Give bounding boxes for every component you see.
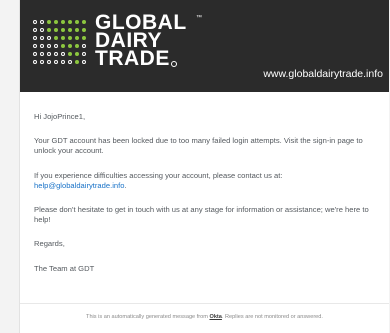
gdt-logo-dots-icon: [33, 20, 91, 69]
logo-dot-icon: [82, 20, 86, 24]
help-email-suffix: .: [124, 180, 127, 190]
logo-dot-icon: [54, 60, 58, 64]
logo-dot-icon: [47, 44, 51, 48]
website-link[interactable]: www.globaldairytrade.info: [263, 68, 383, 80]
trademark-symbol: ™: [196, 15, 202, 21]
logo-dot-icon: [47, 60, 51, 64]
logo-dot-icon: [75, 28, 79, 32]
logo-dot-icon: [40, 44, 44, 48]
logo-dot-icon: [33, 28, 37, 32]
logo-dot-icon: [47, 36, 51, 40]
email-header: GLOBAL DAIRY TRADE ™ www.globaldairytrad…: [20, 0, 389, 92]
contact-message: Please don't hesitate to get in touch wi…: [34, 205, 369, 225]
logo-dot-icon: [75, 36, 79, 40]
logo-dot-icon: [54, 52, 58, 56]
okta-link[interactable]: Okta: [209, 314, 221, 320]
help-text: If you experience difficulties accessing…: [34, 170, 283, 180]
logo-dot-icon: [61, 44, 65, 48]
logo-dot-icon: [75, 52, 79, 56]
logo-dot-icon: [75, 20, 79, 24]
logo-dot-icon: [82, 60, 86, 64]
logo-dot-icon: [54, 44, 58, 48]
logo-dot-icon: [75, 60, 79, 64]
logo-dot-icon: [40, 36, 44, 40]
logo-dot-icon: [33, 20, 37, 24]
footer-divider: [20, 303, 389, 304]
logo-dot-icon: [68, 44, 72, 48]
logo-dot-icon: [40, 52, 44, 56]
footer-prefix: This is an automatically generated messa…: [86, 314, 210, 320]
logo-dot-icon: [68, 60, 72, 64]
logo-dot-icon: [82, 44, 86, 48]
logo-dot-icon: [82, 52, 86, 56]
logo-dot-icon: [47, 28, 51, 32]
logo-dot-icon: [40, 20, 44, 24]
help-message: If you experience difficulties accessing…: [34, 171, 379, 191]
logo-dot-icon: [68, 20, 72, 24]
locked-message: Your GDT account has been locked due to …: [34, 136, 363, 156]
logo-dot-icon: [68, 28, 72, 32]
logo-dot-icon: [68, 52, 72, 56]
logo-dot-icon: [61, 60, 65, 64]
logo-dot-icon: [61, 20, 65, 24]
logo-dot-icon: [75, 44, 79, 48]
help-email-link[interactable]: help@globaldairytrade.info: [34, 181, 124, 190]
gdt-logo-wordmark: GLOBAL DAIRY TRADE: [95, 12, 187, 69]
logo-dot-icon: [82, 28, 86, 32]
logo-dot-icon: [33, 36, 37, 40]
email-body: Hi JojoPrince1, Your GDT account has bee…: [34, 112, 379, 288]
logo-dot-icon: [47, 52, 51, 56]
logo-dot-icon: [40, 60, 44, 64]
logo-dot-icon: [54, 36, 58, 40]
signature: The Team at GDT: [34, 263, 95, 273]
greeting: Hi JojoPrince1,: [34, 112, 86, 121]
logo-dot-icon: [33, 60, 37, 64]
logo-dot-icon: [33, 44, 37, 48]
footer-suffix: . Replies are not monitored or answered.: [221, 314, 323, 320]
email-card: GLOBAL DAIRY TRADE ™ www.globaldairytrad…: [19, 0, 389, 333]
logo-dot-icon: [61, 36, 65, 40]
logo-dot-icon: [54, 28, 58, 32]
logo-dot-icon: [68, 36, 72, 40]
logo-dot-icon: [33, 52, 37, 56]
logo-dot-icon: [61, 52, 65, 56]
logo-dot-icon: [61, 28, 65, 32]
logo-dot-icon: [40, 28, 44, 32]
email-footer: This is an automatically generated messa…: [20, 314, 389, 320]
logo-circle-icon: [171, 61, 177, 67]
logo-dot-icon: [47, 20, 51, 24]
logo-dot-icon: [82, 36, 86, 40]
closing: Regards,: [34, 239, 65, 249]
logo-dot-icon: [54, 20, 58, 24]
